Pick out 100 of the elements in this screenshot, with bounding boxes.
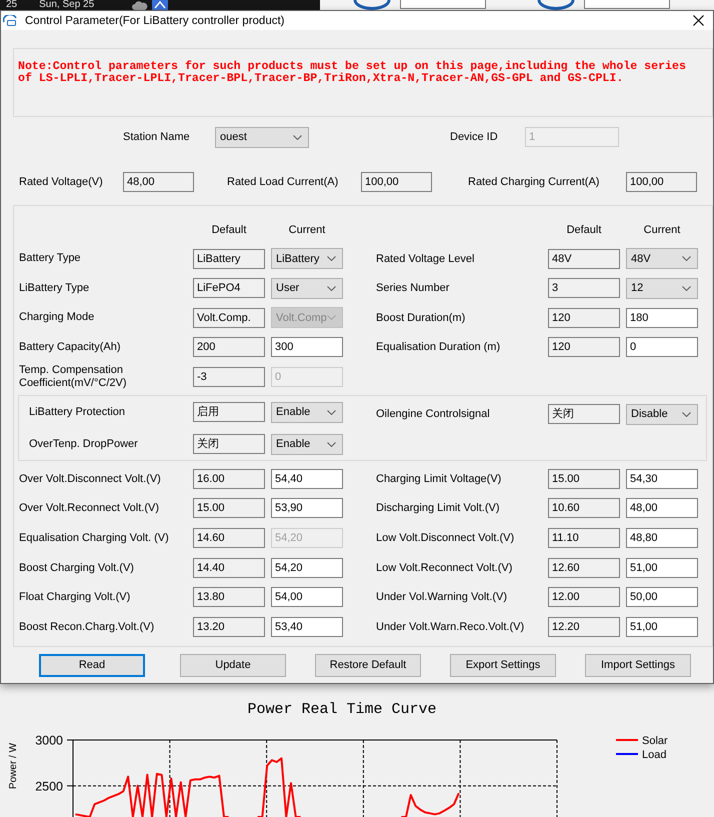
field-label: Rated Charging Current(A) <box>468 176 600 188</box>
caret-icon <box>682 286 691 291</box>
export-settings-button[interactable]: Export Settings <box>450 654 556 677</box>
value-field[interactable]: 54,20 <box>271 558 343 578</box>
tick-label: 3000 <box>35 733 63 748</box>
value-field: 54,20 <box>271 528 343 548</box>
readonly-field: 关闭 <box>193 434 265 454</box>
field-label: Battery Capacity(Ah) <box>19 340 120 354</box>
caret-icon <box>327 286 336 291</box>
value-field: 0 <box>271 366 343 387</box>
readonly-field: 12.00 <box>548 587 620 608</box>
axis-title: Power / W <box>8 742 19 789</box>
dropdown[interactable]: 48V <box>626 248 698 270</box>
import-settings-button[interactable]: Import Settings <box>585 654 691 677</box>
field-label: Battery Type <box>19 252 81 266</box>
readonly-field: 14.60 <box>193 528 265 548</box>
clock-time: 25 <box>6 0 18 10</box>
field-label: Oilengine Controlsignal <box>376 408 490 420</box>
readonly-field: 14.40 <box>193 558 265 578</box>
value-field[interactable]: 300 <box>271 337 343 358</box>
caret-icon <box>327 442 336 446</box>
value-field[interactable]: 54,40 <box>271 468 343 489</box>
field-label: Rated Load Current(A) <box>227 176 338 188</box>
field-label: OverTenp. DropPower <box>29 438 138 450</box>
app-logo-icon <box>3 14 17 26</box>
dropdown[interactable]: LiBattery <box>271 248 343 270</box>
update-button[interactable]: Update <box>180 654 286 677</box>
value-field[interactable]: 54,00 <box>271 587 343 608</box>
dropdown[interactable]: Disable <box>626 404 698 424</box>
readonly-field: 3 <box>548 278 620 298</box>
field-label: LiBattery Type <box>19 282 90 295</box>
caret-icon <box>682 412 691 416</box>
value-field[interactable]: 51,00 <box>626 558 698 578</box>
field-label: Rated Voltage(V) <box>19 176 103 188</box>
tick-label: 2500 <box>35 778 63 793</box>
value-field[interactable]: 0 <box>626 337 698 358</box>
readonly-field: 15.00 <box>548 468 620 489</box>
readonly-field: 120 <box>548 337 620 358</box>
field-label: Rated Voltage Level <box>376 252 474 265</box>
chart-title: Power Real Time Curve <box>247 700 437 718</box>
read-button[interactable]: Read <box>39 654 145 677</box>
station-dropdown[interactable]: ouest <box>215 126 309 148</box>
column-header: Current <box>644 224 680 236</box>
field-label: Under Volt.Warn.Reco.Volt.(V) <box>376 620 524 633</box>
value-field[interactable]: 53,90 <box>271 498 343 518</box>
readonly-field: 16.00 <box>193 468 265 489</box>
readonly-field: 15.00 <box>193 498 265 518</box>
caret-icon <box>327 315 336 320</box>
dropdown[interactable]: Enable <box>271 402 343 422</box>
readonly-field: 100,00 <box>626 172 697 192</box>
field-label: Equalisation Charging Volt. (V) <box>19 532 169 544</box>
field-label: Over Volt.Disconnect Volt.(V) <box>19 472 161 485</box>
readonly-field: 13.80 <box>193 587 265 608</box>
field-label: Low Volt.Disconnect Volt.(V) <box>376 532 514 544</box>
field-label: Over Volt.Reconnect Volt.(V) <box>19 502 160 514</box>
column-header: Default <box>566 224 602 236</box>
readonly-field: 48V <box>548 248 620 269</box>
readonly-field: LiFePO4 <box>193 278 265 298</box>
readonly-field: 启用 <box>193 402 265 422</box>
value-field[interactable]: 53,40 <box>271 616 343 637</box>
value-field[interactable]: 180 <box>626 308 698 328</box>
readonly-field: LiBattery <box>193 248 265 269</box>
field-label: Low Volt.Reconnect Volt.(V) <box>376 562 512 574</box>
readonly-field: 12.60 <box>548 558 620 578</box>
value-field[interactable]: 48,00 <box>626 498 698 518</box>
readonly-field: -3 <box>193 366 265 387</box>
dropdown[interactable]: Enable <box>271 434 343 454</box>
value-field[interactable]: 48,80 <box>626 528 698 548</box>
readonly-field: 11.10 <box>548 528 620 548</box>
field-label: Equalisation Duration (m) <box>376 341 500 354</box>
field-label: Charging Mode <box>19 311 94 324</box>
readonly-field: 120 <box>548 308 620 328</box>
caret-icon <box>327 256 336 262</box>
field-label: Device ID <box>450 131 498 143</box>
field-label: Charging Limit Voltage(V) <box>376 472 502 485</box>
value-field[interactable]: 54,30 <box>626 468 698 489</box>
readonly-field: 100,00 <box>361 172 432 192</box>
clock-date: Sun, Sep 25 <box>39 0 94 10</box>
restore-default-button[interactable]: Restore Default <box>315 654 421 677</box>
field-label: Float Charging Volt.(V) <box>19 591 130 604</box>
column-header: Default <box>212 224 246 236</box>
caret-icon <box>293 134 302 140</box>
value-field[interactable]: 51,00 <box>626 616 698 637</box>
dropdown[interactable]: User <box>271 278 343 299</box>
value-field[interactable]: 50,00 <box>626 587 698 608</box>
readonly-field: 12.20 <box>548 616 620 637</box>
field-label: Discharging Limit Volt.(V) <box>376 502 500 514</box>
readonly-field: 关闭 <box>548 404 620 424</box>
device-id-field: 1 <box>525 127 619 147</box>
legend-label: Load <box>642 748 666 761</box>
cloud-icon <box>132 0 148 10</box>
close-icon <box>692 15 704 26</box>
legend-label: Solar <box>642 734 668 747</box>
dropdown[interactable]: 12 <box>626 278 698 299</box>
readonly-field: 10.60 <box>548 498 620 518</box>
field-label: Boost Recon.Charg.Volt.(V) <box>19 620 154 633</box>
caret-icon <box>327 410 336 414</box>
field-label: Boost Charging Volt.(V) <box>19 562 134 574</box>
window-title: Control Parameter(For LiBattery controller product) <box>25 14 284 26</box>
note-text: Note:Control parameters for such products must be set up on this page,including the whole series of LS-LPLI,Tracer-LPLI,Tracer-BPL,Tracer-BP,TriRon,Xtra-N,Tracer-AN,GS-GPL and GS-CPLI. <box>18 61 687 85</box>
